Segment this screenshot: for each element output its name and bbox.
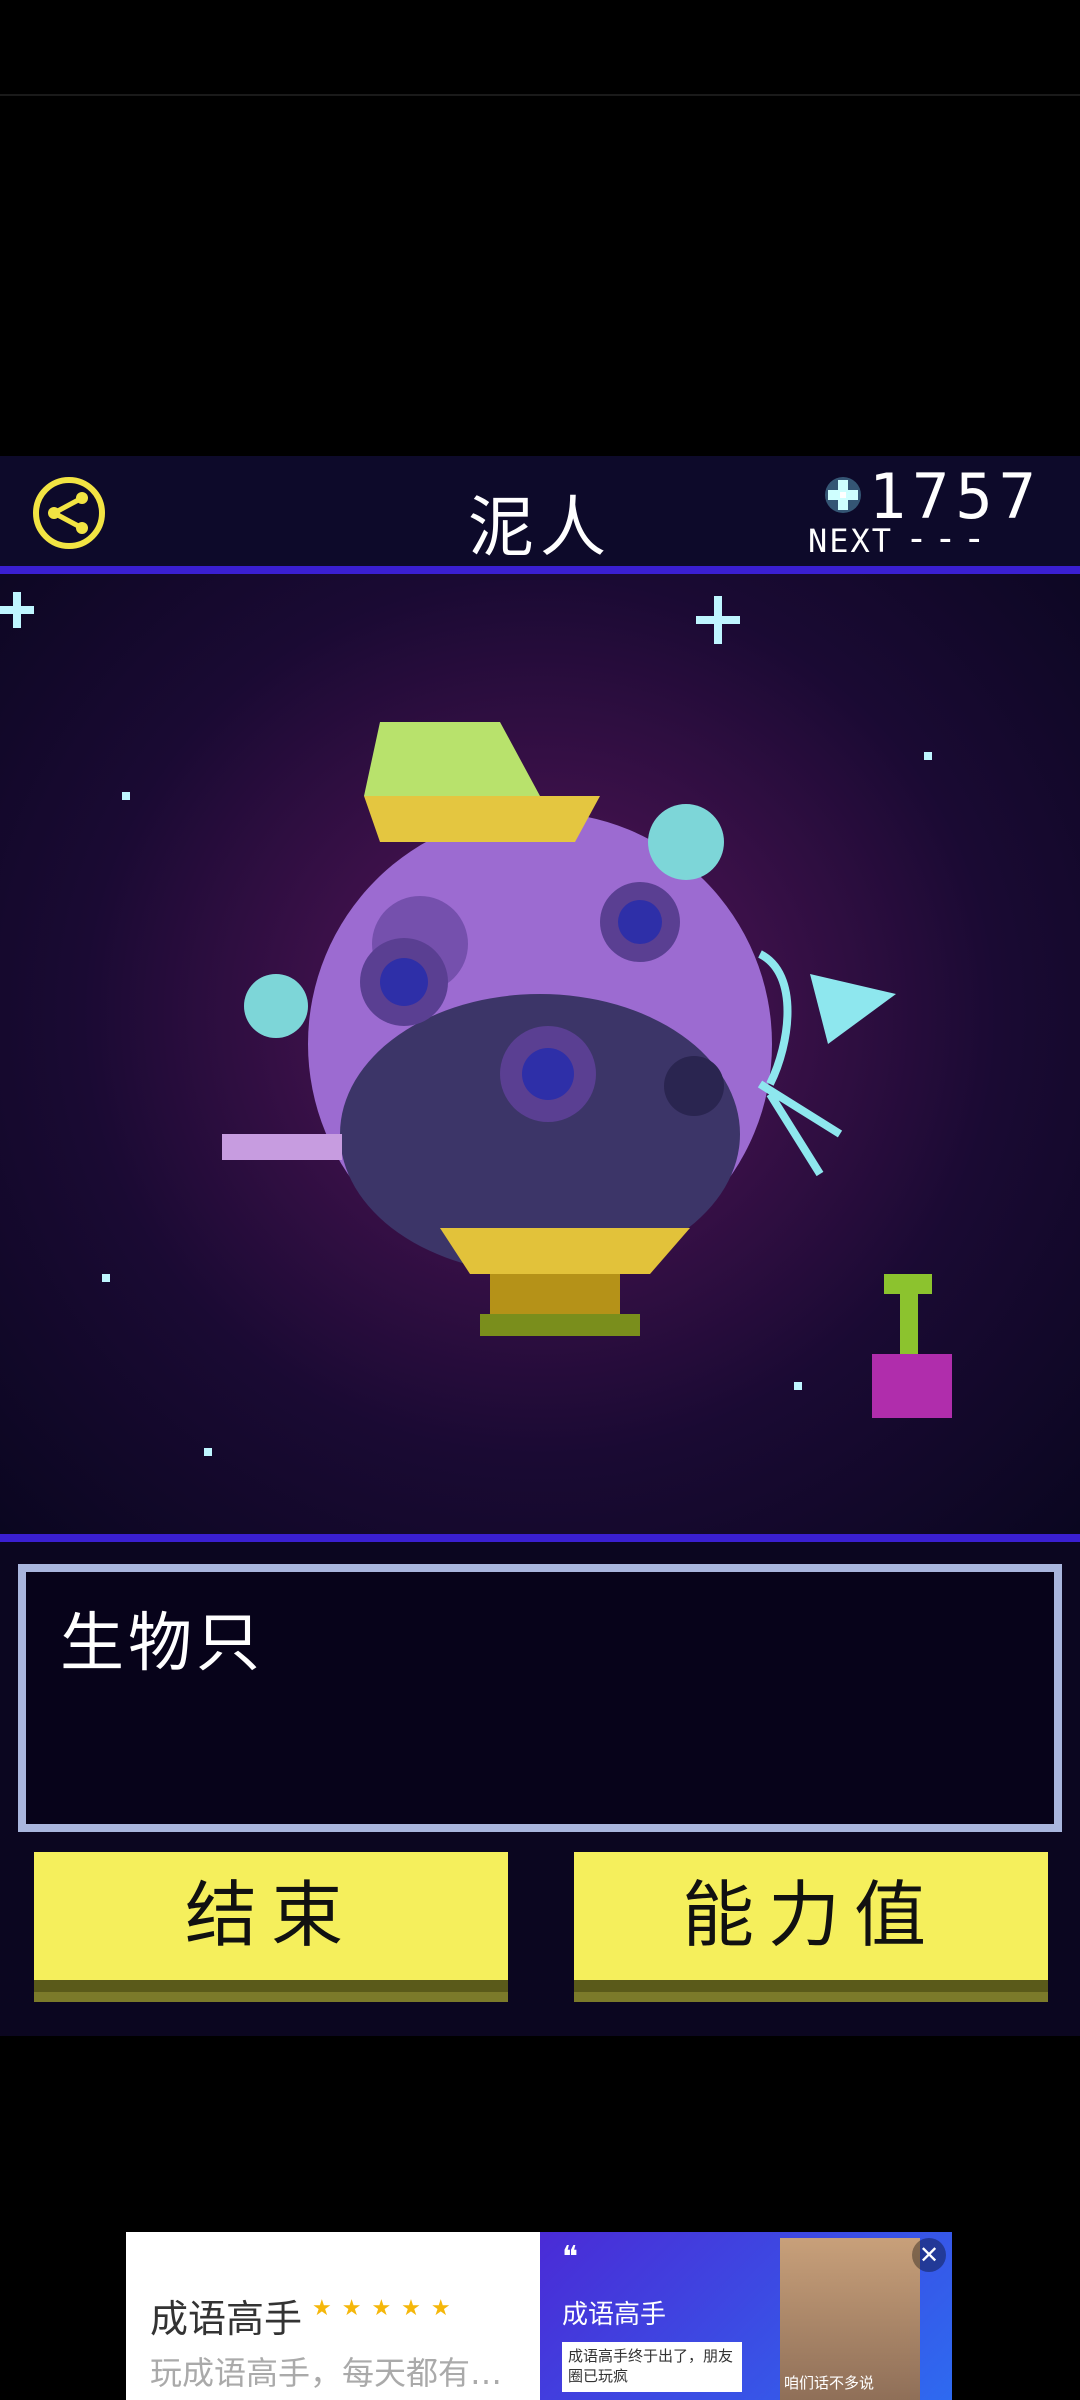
ad-image-caption: 咱们话不多说 [784,2374,875,2392]
message-text: 生物只 [60,1607,264,1681]
end-button-label: 结束 [184,1876,357,1956]
space-scene [0,574,1080,1534]
header-divider [0,566,1080,574]
rating-stars-icon: ★★★★★ [312,2296,461,2321]
sprout-icon [872,1274,952,1418]
close-icon[interactable]: ✕ [912,2238,946,2272]
game-screen: 泥人 1757 NEXT --- 生物只 结束 能力值 [0,456,1080,2036]
stats-button-label: 能力值 [681,1876,940,1956]
ad-right-panel[interactable]: ❝ 成语高手 成语高手终于出了，朋友圈已玩疯 咱们话不多说 ✕ [540,2232,952,2400]
ad-title: 成语高手 [150,2297,303,2341]
ad-right-title: 成语高手 [562,2300,667,2330]
stats-button[interactable]: 能力值 [574,1852,1048,2002]
ad-banner[interactable]: 成语高手 ★★★★★ 玩成语高手，每天都有… ❝ 成语高手 成语高手终于出了，朋… [126,2232,952,2400]
scene-divider [0,1534,1080,1542]
next-label: NEXT [808,522,894,560]
sparkle-gem-icon [825,477,861,513]
game-header: 泥人 1757 NEXT --- [0,456,1080,566]
ad-right-text: 成语高手终于出了，朋友圈已玩疯 [562,2342,742,2392]
starfield [0,592,952,1456]
ad-left-panel[interactable]: 成语高手 ★★★★★ 玩成语高手，每天都有… [126,2232,540,2400]
message-box: 生物只 [18,1564,1062,1832]
next-value: --- [905,516,992,560]
planet-creature-icon [222,722,896,1336]
status-divider [0,94,1080,96]
end-button[interactable]: 结束 [34,1852,508,2002]
quote-icon: ❝ [562,2240,579,2275]
ad-subtitle: 玩成语高手，每天都有… [150,2354,503,2392]
